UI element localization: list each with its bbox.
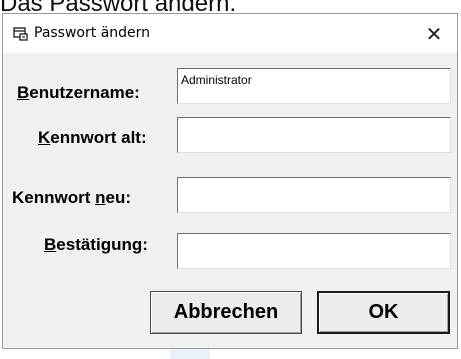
title-bar[interactable]: Passwort ändern ✕ <box>3 14 457 53</box>
old-password-label: Kennwort alt: <box>38 128 147 147</box>
old-password-field[interactable] <box>177 117 451 153</box>
close-icon: ✕ <box>425 21 443 46</box>
password-dialog-icon <box>13 27 28 41</box>
change-password-dialog: Passwort ändern ✕ Benutzername: Administ… <box>2 13 458 349</box>
dialog-title: Passwort ändern <box>34 25 151 41</box>
close-button[interactable]: ✕ <box>411 14 457 53</box>
new-password-field[interactable] <box>177 177 451 213</box>
ok-button[interactable]: OK <box>317 291 450 334</box>
username-field[interactable]: Administrator <box>177 68 451 104</box>
confirm-password-field[interactable] <box>177 233 451 269</box>
cancel-button[interactable]: Abbrechen <box>150 291 302 334</box>
username-label: Benutzername: <box>17 83 140 102</box>
new-password-label: Kennwort neu: <box>12 188 131 207</box>
confirm-password-label: Bestätigung: <box>44 235 148 254</box>
